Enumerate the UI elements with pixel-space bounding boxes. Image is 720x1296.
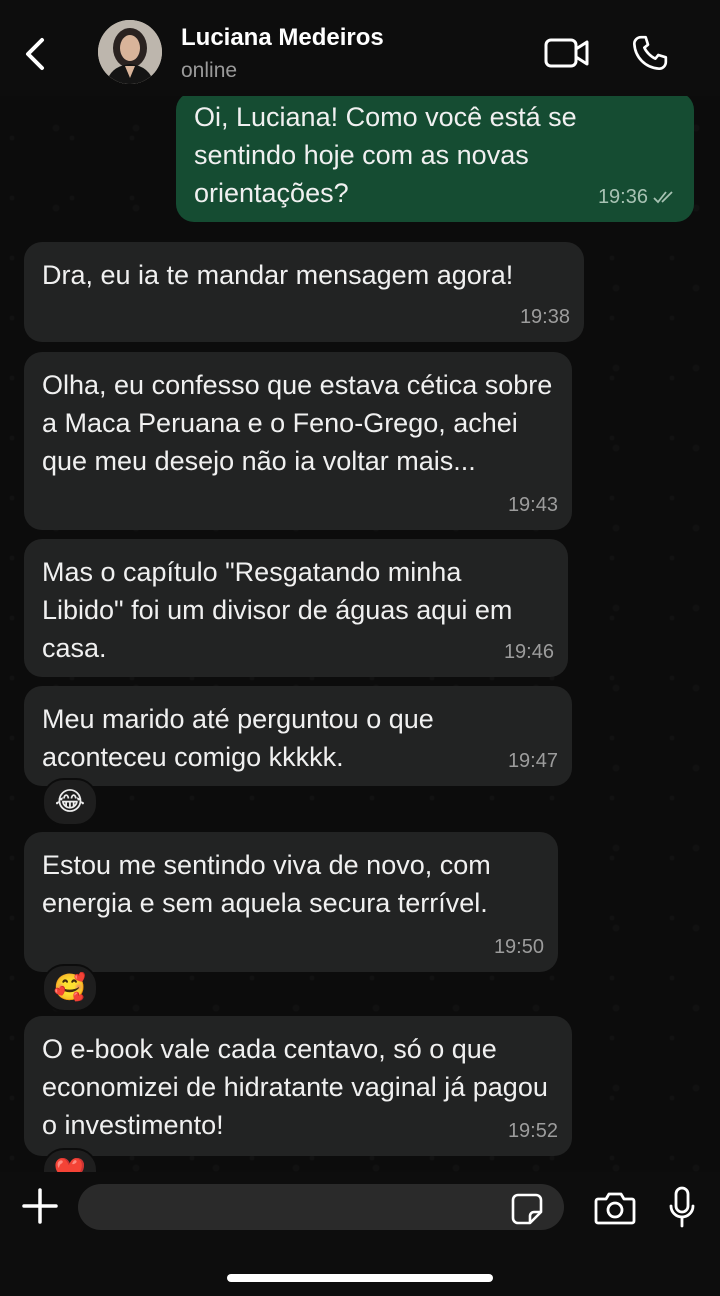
voice-call-button[interactable] [630, 33, 670, 73]
message-bubble-incoming[interactable]: O e-book vale cada centavo, só o que eco… [24, 1016, 572, 1156]
message-time: 19:50 [493, 936, 544, 958]
message-time-label: 19:36 [597, 186, 648, 208]
chat-header: Luciana Medeiros online [0, 0, 720, 96]
voice-message-button[interactable] [668, 1186, 696, 1230]
camera-icon [594, 1192, 636, 1225]
message-time: 19:38 [519, 306, 570, 328]
double-check-icon [653, 191, 673, 204]
chat-screen: Luciana Medeiros online Oi, Luciana! Com… [0, 0, 720, 1296]
message-text: Mas o capítulo "Resgatando minha Libido"… [42, 557, 513, 663]
message-bubble-incoming[interactable]: Olha, eu confesso que estava cética sobr… [24, 352, 572, 530]
message-bubble-incoming[interactable]: Meu marido até perguntou o que aconteceu… [24, 686, 572, 786]
contact-name[interactable]: Luciana Medeiros [181, 24, 384, 52]
back-button[interactable] [18, 34, 54, 74]
sticker-icon [511, 1193, 543, 1225]
contact-photo [98, 20, 162, 84]
message-bubble-incoming[interactable]: Mas o capítulo "Resgatando minha Libido"… [24, 539, 568, 677]
message-time: 19:43 [507, 494, 558, 516]
message-bubble-incoming[interactable]: Estou me sentindo viva de novo, com ener… [24, 832, 558, 972]
message-input[interactable] [78, 1184, 564, 1230]
composer-bar [0, 1172, 720, 1296]
attach-button[interactable] [20, 1186, 60, 1226]
message-text: O e-book vale cada centavo, só o que eco… [42, 1034, 548, 1140]
message-time: 19:46 [503, 641, 554, 663]
message-time: 19:47 [507, 750, 558, 772]
contact-status: online [181, 59, 238, 82]
video-call-button[interactable] [544, 36, 590, 70]
home-indicator[interactable] [227, 1274, 493, 1282]
sticker-button[interactable] [510, 1192, 544, 1226]
chevron-left-icon [26, 38, 44, 70]
plus-icon [22, 1188, 58, 1224]
message-text: Dra, eu ia te mandar mensagem agora! [42, 260, 514, 290]
message-time: 19:36 [598, 178, 680, 216]
microphone-icon [669, 1186, 695, 1228]
message-text: Meu marido até perguntou o que aconteceu… [42, 704, 434, 772]
camera-button[interactable] [594, 1190, 636, 1226]
phone-icon [633, 35, 668, 70]
video-call-icon [544, 38, 589, 68]
reaction-badge[interactable]: 🥰 [42, 964, 98, 1012]
message-bubble-outgoing[interactable]: Oi, Luciana! Como você está se sentindo … [176, 92, 694, 222]
message-time: 19:52 [507, 1120, 558, 1142]
avatar[interactable] [98, 20, 162, 84]
reaction-badge[interactable]: 😂 [42, 778, 98, 826]
message-bubble-incoming[interactable]: Dra, eu ia te mandar mensagem agora! 19:… [24, 242, 584, 342]
message-text: Estou me sentindo viva de novo, com ener… [42, 850, 491, 918]
message-text: Olha, eu confesso que estava cética sobr… [42, 370, 553, 476]
